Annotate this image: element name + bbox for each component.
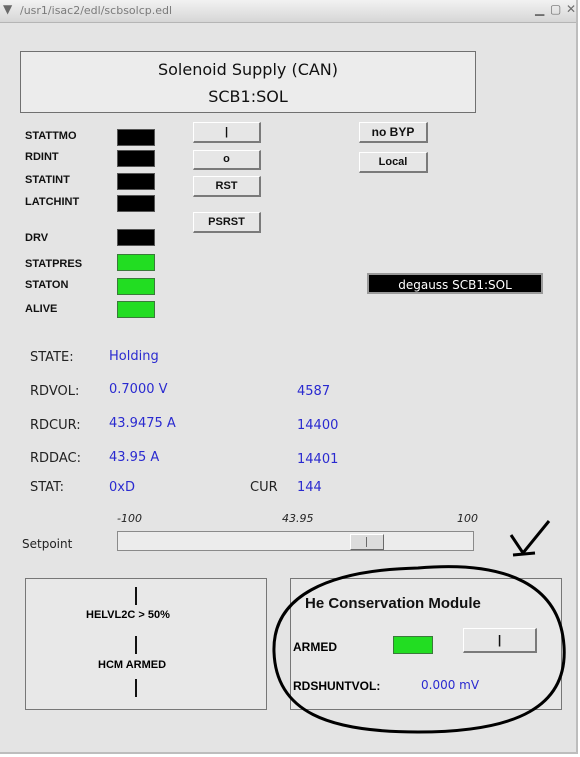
- rdvol-value: 0.7000 V: [109, 382, 168, 397]
- rddac-value: 43.95 A: [109, 450, 160, 465]
- label-staton: STATON: [25, 279, 69, 291]
- cur-value: 144: [297, 480, 322, 495]
- label-alive: ALIVE: [25, 303, 58, 315]
- degauss-related-display-button[interactable]: degauss SCB1:SOL: [367, 273, 543, 294]
- slider-value-label: 43.95: [282, 512, 314, 525]
- title-bar: ▼ /usr1/isac2/edl/scbsolcp.edl ▁ ▢ ✕: [0, 0, 576, 23]
- annotation-circle: [272, 565, 566, 734]
- local-button[interactable]: Local: [359, 152, 428, 173]
- annotation-checkmark: [509, 520, 551, 557]
- rddac-raw: 14401: [297, 452, 339, 467]
- reset-button[interactable]: RST: [193, 176, 261, 197]
- led-stattmo: [117, 129, 155, 146]
- led-statint: [117, 173, 155, 190]
- helvl-label: HELVL2C > 50%: [86, 609, 170, 621]
- rddac-label: RDDAC:: [30, 451, 81, 466]
- label-rdint: RDINT: [25, 151, 59, 163]
- psrst-button[interactable]: PSRST: [193, 212, 261, 233]
- cur-label: CUR: [250, 480, 278, 495]
- led-latchint: [117, 195, 155, 212]
- chevron-down-icon[interactable]: ▼: [3, 2, 12, 16]
- slider-min-label: -100: [117, 512, 142, 525]
- interlock-bottom-bar: [135, 679, 137, 697]
- device-title: Solenoid Supply (CAN): [157, 60, 339, 79]
- led-drv: [117, 229, 155, 246]
- device-pv-name: SCB1:SOL: [208, 87, 288, 106]
- device-header: Solenoid Supply (CAN) SCB1:SOL: [20, 51, 476, 113]
- minimize-icon[interactable]: ▁: [535, 2, 544, 16]
- led-statpres: [117, 254, 155, 271]
- slider-max-label: 100: [457, 512, 478, 525]
- label-statpres: STATPRES: [25, 258, 83, 270]
- rdvol-label: RDVOL:: [30, 384, 80, 399]
- led-alive: [117, 301, 155, 318]
- rdcur-value: 43.9475 A: [109, 416, 176, 431]
- led-staton: [117, 278, 155, 295]
- edm-window: ▼ /usr1/isac2/edl/scbsolcp.edl ▁ ▢ ✕ Sol…: [0, 0, 578, 754]
- power-on-button[interactable]: |: [193, 122, 261, 143]
- label-statint: STATINT: [25, 174, 70, 186]
- interlock-mid-bar: [135, 636, 137, 654]
- interlock-top-bar: [135, 587, 137, 605]
- rdvol-raw: 4587: [297, 384, 331, 399]
- setpoint-label: Setpoint: [22, 537, 73, 551]
- bypass-button[interactable]: no BYP: [359, 122, 428, 143]
- led-rdint: [117, 150, 155, 167]
- stat-label: STAT:: [30, 480, 64, 495]
- state-label: STATE:: [30, 350, 74, 365]
- power-off-button[interactable]: o: [193, 150, 261, 170]
- interlock-panel: HELVL2C > 50% HCM ARMED: [25, 578, 267, 710]
- label-drv: DRV: [25, 232, 49, 244]
- setpoint-slider[interactable]: [117, 531, 474, 551]
- state-value: Holding: [109, 349, 159, 364]
- stat-value: 0xD: [109, 480, 135, 495]
- maximize-icon[interactable]: ▢: [550, 2, 561, 16]
- rdcur-label: RDCUR:: [30, 418, 81, 433]
- label-stattmo: STATTMO: [25, 130, 77, 142]
- rdcur-raw: 14400: [297, 418, 339, 433]
- close-icon[interactable]: ✕: [566, 2, 576, 16]
- setpoint-slider-thumb[interactable]: [349, 534, 384, 550]
- hcm-armed-label: HCM ARMED: [98, 659, 167, 671]
- window-title: /usr1/isac2/edl/scbsolcp.edl: [20, 4, 173, 17]
- label-latchint: LATCHINT: [25, 196, 80, 208]
